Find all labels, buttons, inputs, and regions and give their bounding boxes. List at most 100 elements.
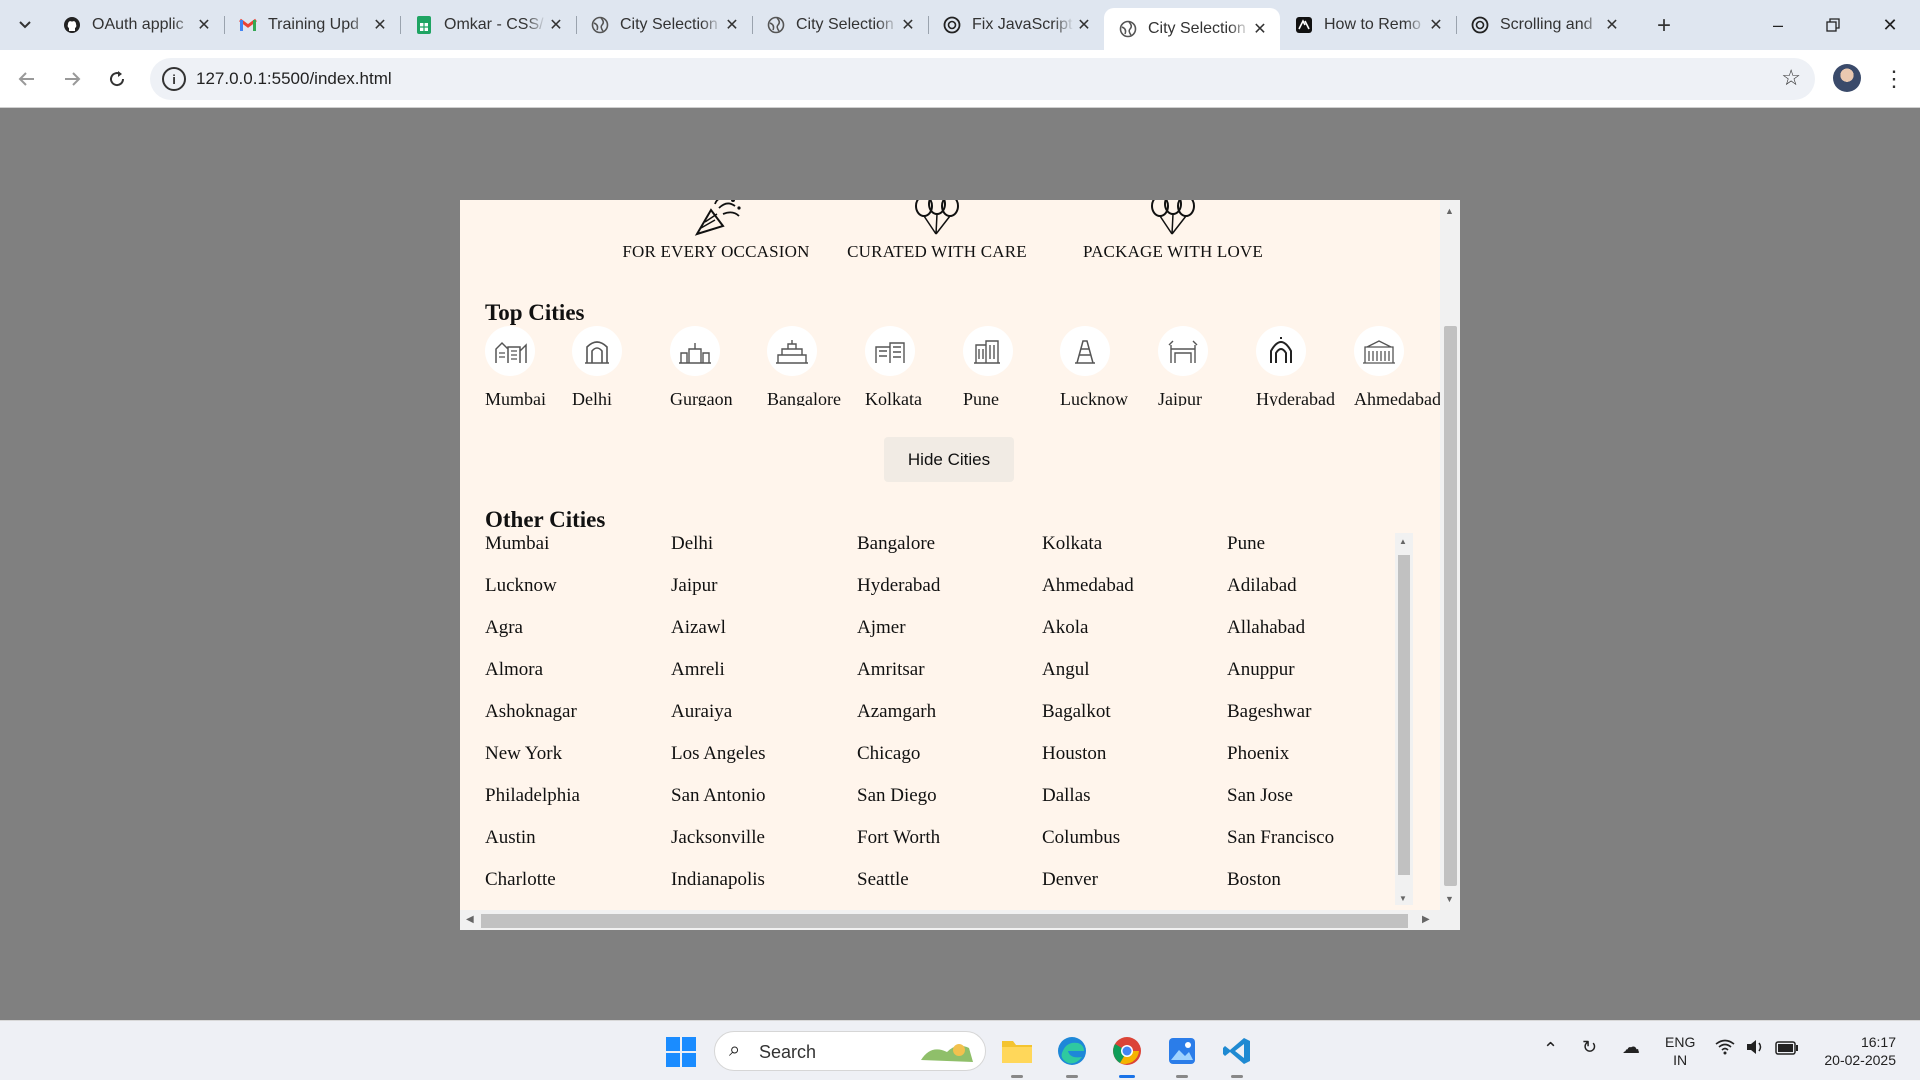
- file-explorer-app[interactable]: [999, 1033, 1035, 1078]
- other-city-item[interactable]: Mumbai: [485, 533, 549, 555]
- other-city-item[interactable]: Denver: [1042, 869, 1098, 891]
- other-city-item[interactable]: San Jose: [1227, 785, 1293, 807]
- other-city-item[interactable]: Angul: [1042, 659, 1090, 681]
- top-city-item[interactable]: Mumbai: [485, 326, 583, 406]
- other-city-item[interactable]: Jaipur: [671, 575, 717, 597]
- other-cities-scrollbar[interactable]: ▲ ▼: [1395, 533, 1413, 905]
- other-city-item[interactable]: Seattle: [857, 869, 909, 891]
- browser-tab[interactable]: City Selection ✕: [576, 8, 752, 42]
- other-city-item[interactable]: Azamgarh: [857, 701, 936, 723]
- back-button[interactable]: [10, 62, 44, 96]
- scroll-up-arrow-icon[interactable]: ▲: [1445, 206, 1454, 216]
- scrollbar-thumb[interactable]: [1398, 555, 1410, 875]
- other-city-item[interactable]: Indianapolis: [671, 869, 765, 891]
- show-hidden-icons-chevron-icon[interactable]: ⌃: [1543, 1039, 1558, 1060]
- browser-tab[interactable]: Scrolling and ✕: [1456, 8, 1632, 42]
- top-city-item[interactable]: Hyderabad: [1256, 326, 1354, 406]
- hide-cities-button[interactable]: Hide Cities: [884, 437, 1014, 482]
- close-window-button[interactable]: ✕: [1870, 10, 1910, 40]
- other-city-item[interactable]: Pune: [1227, 533, 1265, 555]
- close-tab-icon[interactable]: ✕: [194, 15, 214, 35]
- top-city-item[interactable]: Jaipur: [1158, 326, 1256, 406]
- other-city-item[interactable]: Chicago: [857, 743, 920, 765]
- clock[interactable]: 16:17 20-02-2025: [1818, 1033, 1896, 1069]
- top-city-item[interactable]: Kolkata: [865, 326, 963, 406]
- other-city-item[interactable]: Amritsar: [857, 659, 925, 681]
- other-city-item[interactable]: San Antonio: [671, 785, 765, 807]
- other-city-item[interactable]: Bangalore: [857, 533, 935, 555]
- top-city-item[interactable]: Pune: [963, 326, 1061, 406]
- other-city-item[interactable]: Auraiya: [671, 701, 732, 723]
- address-bar[interactable]: i 127.0.0.1:5500/index.html ☆: [150, 58, 1815, 100]
- other-city-item[interactable]: Anuppur: [1227, 659, 1295, 681]
- other-city-item[interactable]: Ashoknagar: [485, 701, 577, 723]
- start-button[interactable]: [666, 1037, 696, 1067]
- other-city-item[interactable]: Jacksonville: [671, 827, 765, 849]
- other-city-item[interactable]: Fort Worth: [857, 827, 940, 849]
- onedrive-offline-icon[interactable]: ☁: [1622, 1037, 1640, 1058]
- other-city-item[interactable]: Agra: [485, 617, 523, 639]
- top-city-item[interactable]: Ahmedabad: [1354, 326, 1440, 406]
- other-city-item[interactable]: Dallas: [1042, 785, 1091, 807]
- other-city-item[interactable]: Bageshwar: [1227, 701, 1311, 723]
- restore-button[interactable]: [1813, 10, 1853, 40]
- close-tab-icon[interactable]: ✕: [1602, 15, 1622, 35]
- other-city-item[interactable]: Delhi: [671, 533, 713, 555]
- minimize-button[interactable]: –: [1758, 10, 1798, 40]
- scroll-down-arrow-icon[interactable]: ▼: [1445, 894, 1454, 904]
- other-city-item[interactable]: Aizawl: [671, 617, 726, 639]
- language-indicator[interactable]: ENG IN: [1665, 1033, 1695, 1069]
- new-tab-button[interactable]: +: [1650, 12, 1678, 40]
- taskbar-search[interactable]: ⌕ Search: [714, 1031, 986, 1071]
- close-tab-icon[interactable]: ✕: [722, 15, 742, 35]
- other-city-item[interactable]: Charlotte: [485, 869, 556, 891]
- photos-app[interactable]: [1164, 1033, 1200, 1078]
- top-city-item[interactable]: Lucknow: [1060, 326, 1158, 406]
- other-city-item[interactable]: Los Angeles: [671, 743, 765, 765]
- sync-icon[interactable]: ↻: [1582, 1037, 1597, 1058]
- other-city-item[interactable]: Allahabad: [1227, 617, 1305, 639]
- other-city-item[interactable]: Amreli: [671, 659, 725, 681]
- scroll-up-arrow-icon[interactable]: ▲: [1399, 537, 1407, 546]
- close-tab-icon[interactable]: ✕: [1250, 19, 1270, 39]
- forward-button[interactable]: [55, 62, 89, 96]
- wifi-icon[interactable]: [1715, 1039, 1735, 1060]
- close-tab-icon[interactable]: ✕: [370, 15, 390, 35]
- other-city-item[interactable]: Houston: [1042, 743, 1106, 765]
- bookmark-star-icon[interactable]: ☆: [1781, 65, 1801, 91]
- modal-vertical-scrollbar[interactable]: ▲ ▼: [1440, 200, 1460, 912]
- other-city-item[interactable]: Adilabad: [1227, 575, 1297, 597]
- browser-tab[interactable]: OAuth applic ✕: [48, 8, 224, 42]
- vscode-app[interactable]: [1219, 1033, 1255, 1078]
- other-city-item[interactable]: Almora: [485, 659, 543, 681]
- close-tab-icon[interactable]: ✕: [1074, 15, 1094, 35]
- scrollbar-thumb[interactable]: [481, 914, 1408, 928]
- browser-tab[interactable]: City Selection ✕: [1104, 8, 1280, 50]
- modal-horizontal-scrollbar[interactable]: ◀ ▶: [460, 910, 1460, 930]
- other-city-item[interactable]: Ajmer: [857, 617, 906, 639]
- top-city-item[interactable]: Delhi: [572, 326, 670, 406]
- close-tab-icon[interactable]: ✕: [1426, 15, 1446, 35]
- url-text[interactable]: 127.0.0.1:5500/index.html: [196, 69, 392, 89]
- other-city-item[interactable]: Kolkata: [1042, 533, 1102, 555]
- top-city-item[interactable]: Bangalore: [767, 326, 865, 406]
- browser-menu-button[interactable]: ⋮: [1880, 62, 1908, 96]
- browser-tab[interactable]: Training Upd ✕: [224, 8, 400, 42]
- other-city-item[interactable]: San Diego: [857, 785, 937, 807]
- close-tab-icon[interactable]: ✕: [546, 15, 566, 35]
- tab-search-button[interactable]: [10, 10, 40, 40]
- profile-avatar[interactable]: [1833, 64, 1861, 92]
- scroll-left-arrow-icon[interactable]: ◀: [466, 914, 474, 925]
- other-city-item[interactable]: Hyderabad: [857, 575, 940, 597]
- other-city-item[interactable]: San Francisco: [1227, 827, 1334, 849]
- other-city-item[interactable]: Ahmedabad: [1042, 575, 1134, 597]
- reload-button[interactable]: [100, 62, 134, 96]
- scrollbar-thumb[interactable]: [1444, 326, 1457, 886]
- chrome-app[interactable]: [1109, 1033, 1145, 1078]
- scroll-right-arrow-icon[interactable]: ▶: [1422, 914, 1430, 925]
- other-city-item[interactable]: New York: [485, 743, 562, 765]
- other-city-item[interactable]: Columbus: [1042, 827, 1120, 849]
- browser-tab[interactable]: Fix JavaScript ✕: [928, 8, 1104, 42]
- other-city-item[interactable]: Lucknow: [485, 575, 557, 597]
- other-city-item[interactable]: Boston: [1227, 869, 1281, 891]
